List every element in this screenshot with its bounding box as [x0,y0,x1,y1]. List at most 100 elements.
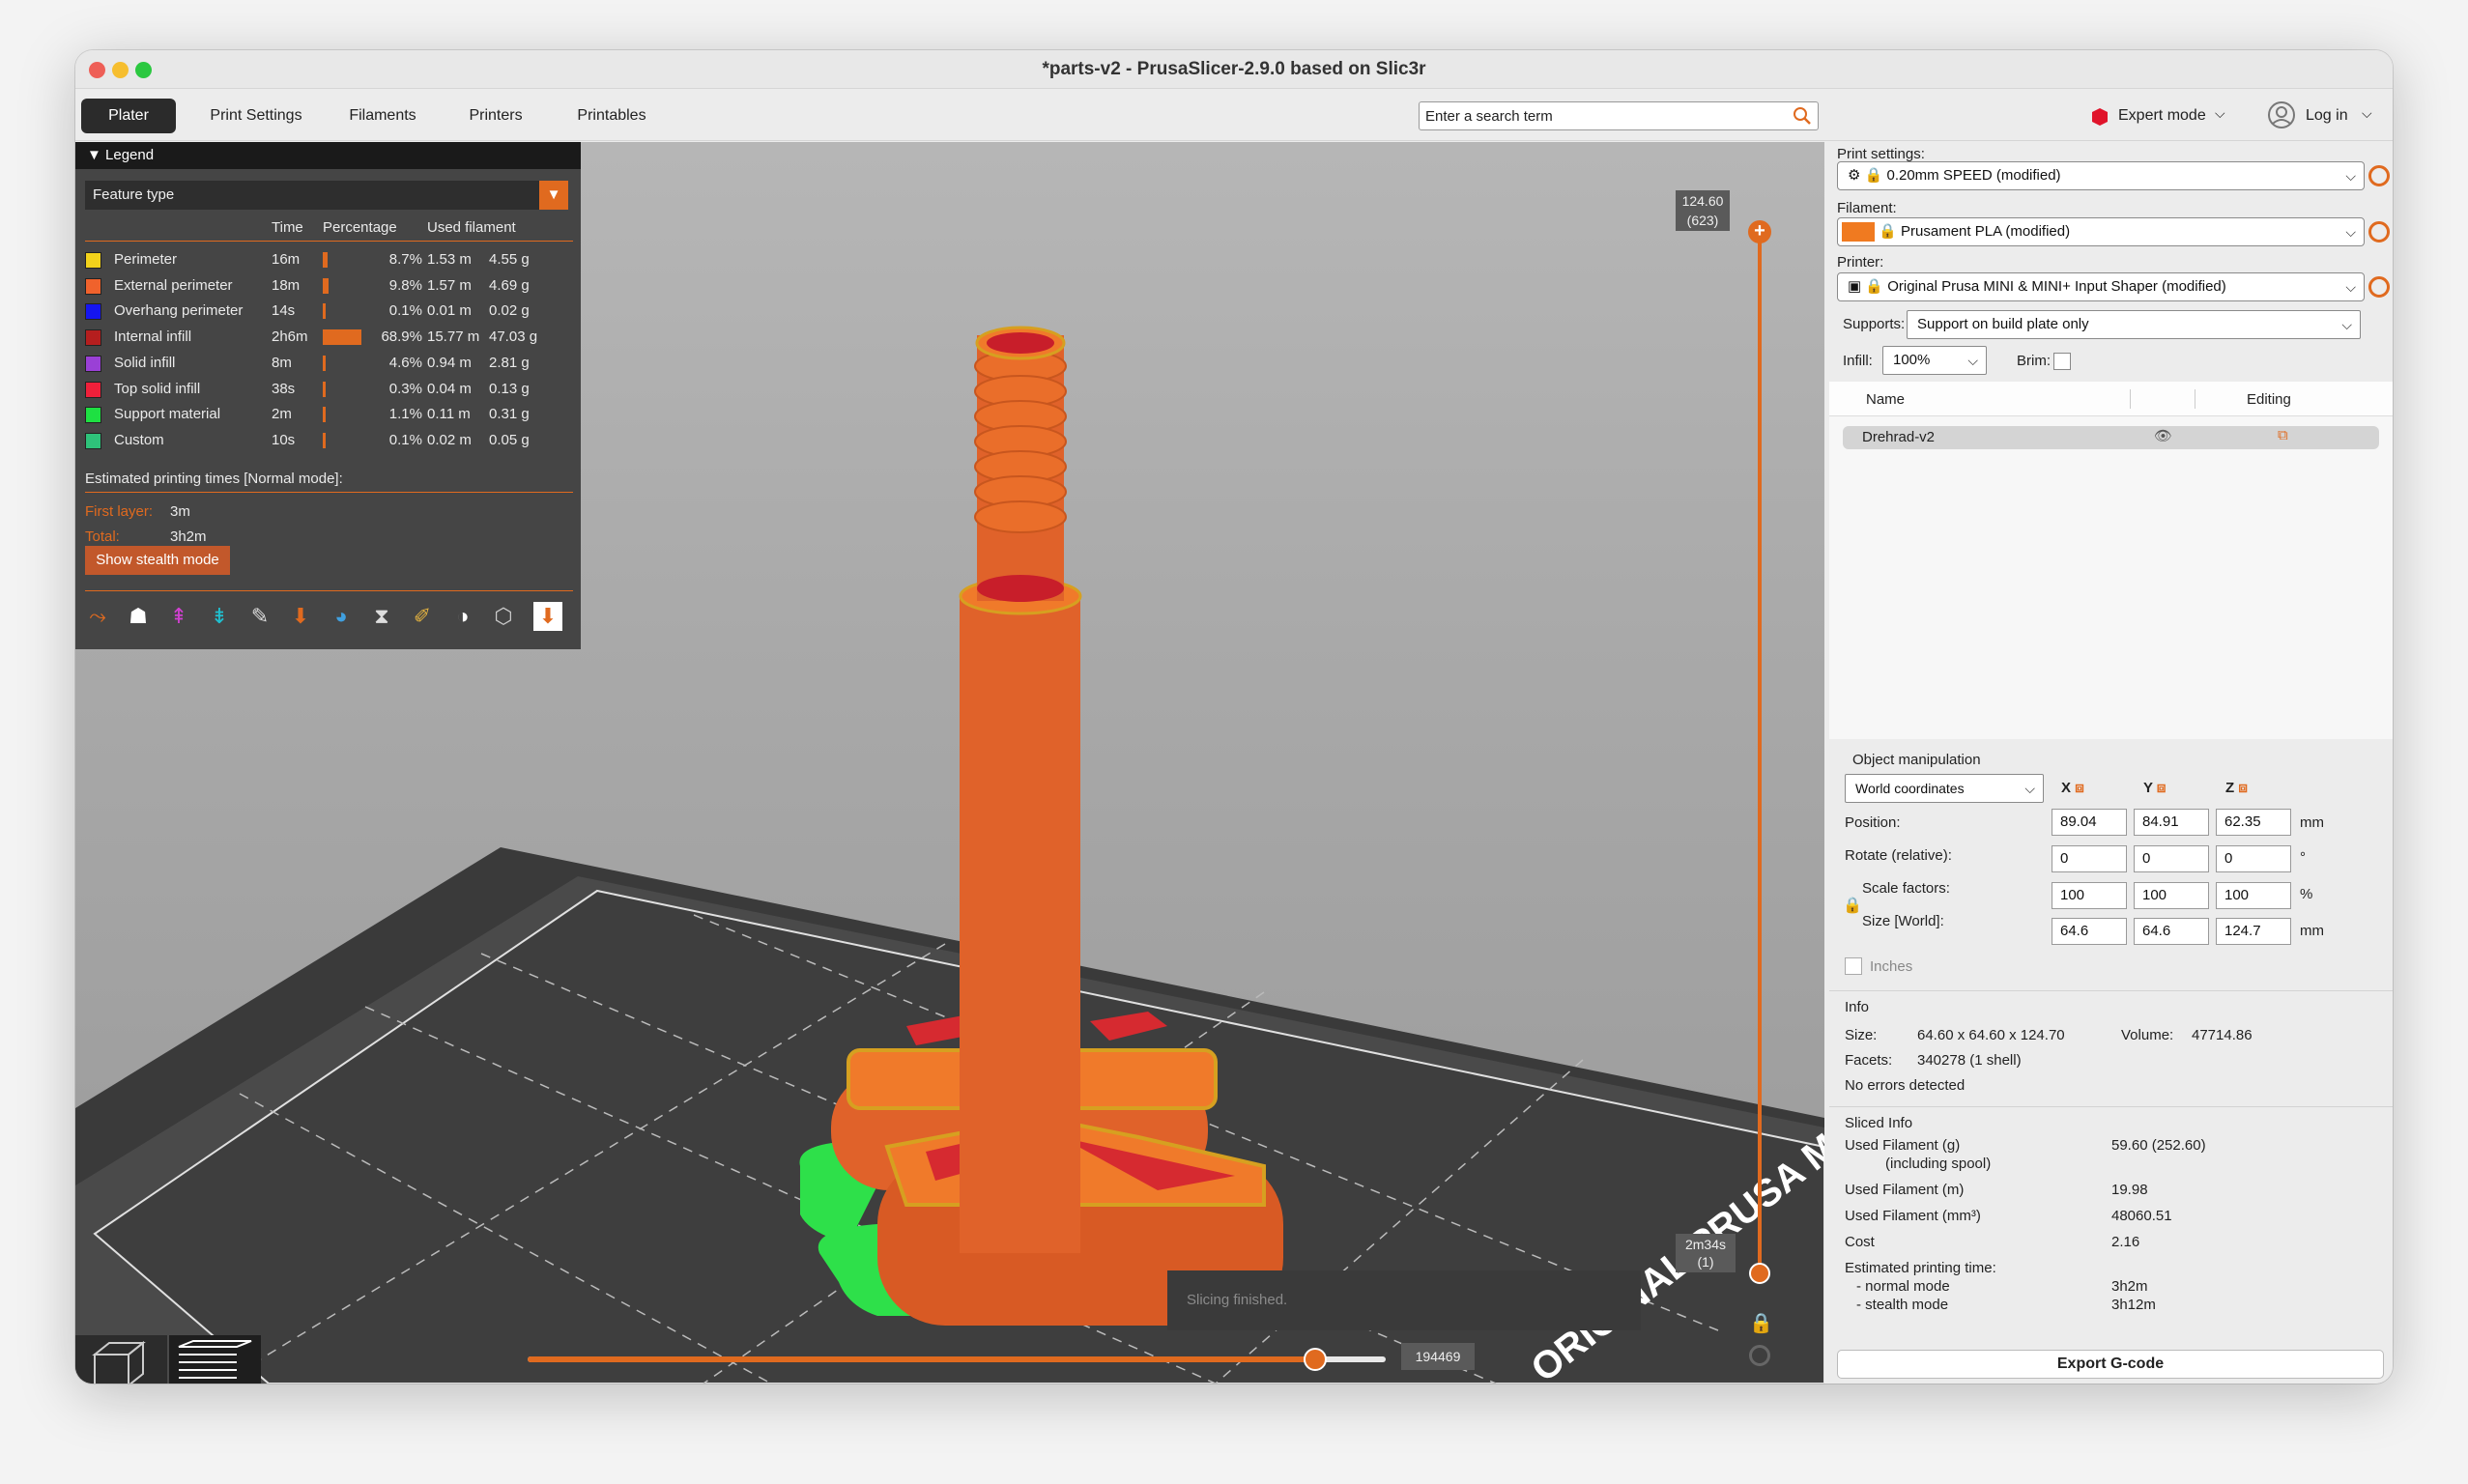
legend-percentage-bar [323,355,326,371]
retractions-icon[interactable]: ⇞ [164,602,193,631]
horizontal-move-slider[interactable] [528,1356,1386,1362]
search-icon[interactable] [1793,106,1812,126]
drop-to-bed-icon[interactable]: ⧈ [2075,780,2084,796]
shells-icon[interactable]: ⬡ [489,602,518,631]
eye-icon[interactable]: 👁 [2154,427,2172,444]
deretractions-icon[interactable]: ⇟ [205,602,234,631]
filament-select[interactable]: 🔒 Prusament PLA (modified) ⌵ [1837,217,2365,246]
legend-percentage-bar [323,381,326,397]
rotate-x-field[interactable]: 0 [2052,845,2127,872]
legend-percentage: 9.8% [388,276,422,294]
center-of-gravity-icon[interactable]: ◑ [448,602,477,631]
legend-row[interactable]: Custom 10s 0.1% 0.02 m 0.05 g [85,429,573,452]
legend-header[interactable]: ▼ Legend [75,142,581,169]
scale-x-field[interactable]: 100 [2052,882,2127,909]
rotate-z-field[interactable]: 0 [2216,845,2291,872]
preview-view-toggle[interactable] [169,1335,261,1384]
color-changes-icon[interactable]: ◕ [327,602,356,631]
view-type-select[interactable]: Feature type ▼ [85,181,568,210]
vslider-bottom-thumb[interactable] [1749,1263,1770,1284]
legend-row[interactable]: Support material 2m 1.1% 0.11 m 0.31 g [85,403,573,426]
divider [2130,389,2131,409]
infill-select[interactable]: 100% ⌵ [1882,346,1987,375]
position-x-field[interactable]: 89.04 [2052,809,2127,836]
pause-prints-icon[interactable]: ⧗ [367,602,396,631]
legend-weight: 47.03 g [489,328,538,346]
brim-checkbox[interactable] [2053,353,2071,370]
legend-row[interactable]: Perimeter 16m 8.7% 1.53 m 4.55 g [85,248,573,271]
sliced-info-value: 59.60 (252.60) [2111,1137,2206,1154]
legend-title: Legend [105,147,155,163]
object-row[interactable]: Drehrad-v2 👁 ⧉ [1843,426,2379,449]
lock-scale-icon[interactable]: 🔒 [1843,896,1862,915]
vslider-top-thumb[interactable]: + [1748,220,1771,243]
settings-icon[interactable] [1749,1345,1770,1366]
legend-percentage: 68.9% [381,328,422,346]
seams-icon[interactable]: ✎ [245,602,274,631]
legend-length: 0.04 m [427,380,472,397]
rotate-y-field[interactable]: 0 [2134,845,2209,872]
legend-row[interactable]: External perimeter 18m 9.8% 1.57 m 4.69 g [85,274,573,298]
legend-row[interactable]: Internal infill 2h6m 68.9% 15.77 m 47.03 g [85,326,573,349]
cube-icon [92,1340,146,1384]
supports-label: Supports: [1843,316,1906,332]
chevron-down-icon: ⌵ [2345,224,2356,240]
print-settings-edit-icon[interactable] [2368,165,2390,186]
scale-z-field[interactable]: 100 [2216,882,2291,909]
3d-viewport[interactable]: ORIGINAL PRUSA MI ▼ Legend Feature type ▼… [75,142,1824,1384]
info-size-label: Size: [1845,1027,1878,1043]
wipe-icon[interactable]: ☗ [124,602,153,631]
filament-edit-icon[interactable] [2368,221,2390,243]
filament-color-swatch[interactable] [1842,222,1875,243]
size-z-field[interactable]: 124.7 [2216,918,2291,945]
legend-color-swatch [85,355,101,372]
coordinates-select[interactable]: World coordinates ⌵ [1845,774,2044,803]
tab-filaments[interactable]: Filaments [334,99,431,133]
vslider-top-label: 124.60 (623) [1676,190,1730,231]
tab-plater[interactable]: Plater [81,99,176,133]
search-input[interactable] [1420,102,1777,129]
tab-print-settings[interactable]: Print Settings [193,99,319,133]
tool-changes-icon[interactable]: ⬇ [286,602,315,631]
legend-weight: 0.13 g [489,380,530,397]
printer-edit-icon[interactable] [2368,276,2390,298]
legend-row[interactable]: Top solid infill 38s 0.3% 0.04 m 0.13 g [85,378,573,401]
supports-select[interactable]: Support on build plate only ⌵ [1907,310,2361,339]
vertical-layer-slider[interactable] [1758,229,1762,1272]
tab-printers[interactable]: Printers [443,99,549,133]
export-gcode-button[interactable]: Export G-code [1837,1350,2384,1379]
scale-unit: % [2300,886,2313,902]
scale-label: Scale factors: [1862,880,1950,897]
scale-y-field[interactable]: 100 [2134,882,2209,909]
legend-length: 0.02 m [427,431,472,448]
drop-to-bed-icon[interactable]: ⧈ [2157,780,2167,796]
login-button[interactable]: Log in ⌵ [2267,100,2383,131]
position-y-field[interactable]: 84.91 [2134,809,2209,836]
info-title: Info [1845,999,1870,1015]
travel-icon[interactable]: ⤳ [83,602,112,631]
print-settings-select[interactable]: ⚙ 🔒 0.20mm SPEED (modified) ⌵ [1837,161,2365,190]
legend-percentage: 8.7% [388,251,422,268]
size-y-field[interactable]: 64.6 [2134,918,2209,945]
printer-select[interactable]: ▣ 🔒 Original Prusa MINI & MINI+ Input Sh… [1837,272,2365,301]
3d-view-toggle[interactable] [75,1335,167,1384]
hslider-thumb[interactable] [1304,1348,1328,1371]
tab-printables[interactable]: Printables [559,99,665,133]
position-z-field[interactable]: 62.35 [2216,809,2291,836]
column-editing: Editing [2247,391,2291,408]
object-name: Drehrad-v2 [1862,429,1936,445]
legend-color-swatch [85,407,101,424]
legend-feature-name: Solid infill [114,354,176,371]
divider [85,492,573,493]
lock-icon[interactable]: 🔒 [1749,1311,1773,1334]
legend-row[interactable]: Overhang perimeter 14s 0.1% 0.01 m 0.02 g [85,300,573,323]
legend-time: 2h6m [272,328,308,346]
legend-row[interactable]: Solid infill 8m 4.6% 0.94 m 2.81 g [85,352,573,375]
size-x-field[interactable]: 64.6 [2052,918,2127,945]
inches-checkbox[interactable] [1845,957,1862,975]
edit-object-icon[interactable]: ⧉ [2278,427,2288,443]
tool-marker-icon[interactable]: ⬇ [533,602,562,631]
show-stealth-mode-button[interactable]: Show stealth mode [85,546,230,575]
custom-gcodes-icon[interactable]: ✐ [408,602,437,631]
drop-to-bed-icon[interactable]: ⧈ [2238,780,2248,796]
